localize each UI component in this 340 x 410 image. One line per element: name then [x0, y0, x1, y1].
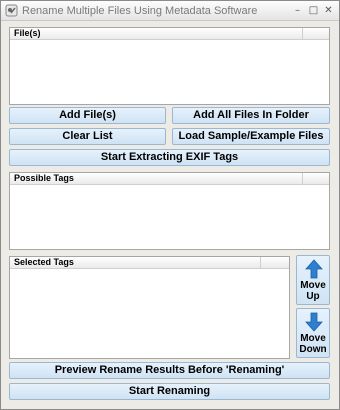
column-separator [302, 173, 303, 185]
title-bar[interactable]: Rename Multiple Files Using Metadata Sof… [1, 1, 339, 21]
selected-tags-header[interactable]: Selected Tags [10, 257, 289, 269]
move-down-button[interactable]: Move Down [296, 308, 330, 358]
maximize-icon[interactable]: □ [307, 5, 320, 17]
preview-rename-results-button[interactable]: Preview Rename Results Before 'Renaming' [9, 362, 330, 379]
add-files-button[interactable]: Add File(s) [9, 107, 166, 124]
load-sample-files-button[interactable]: Load Sample/Example Files [172, 128, 330, 145]
files-list-header[interactable]: File(s) [10, 28, 329, 40]
close-icon[interactable]: ✕ [322, 5, 335, 17]
move-up-label-line1: Move [300, 280, 326, 291]
app-icon [5, 4, 18, 17]
selected-tags-column-label: Selected Tags [14, 257, 74, 267]
arrow-down-icon [305, 312, 323, 332]
files-list[interactable]: File(s) [9, 27, 330, 105]
selected-tags-list[interactable]: Selected Tags [9, 256, 290, 359]
minimize-icon[interactable]: – [291, 5, 304, 17]
move-down-label-line2: Down [299, 344, 327, 355]
move-up-button[interactable]: Move Up [296, 255, 330, 305]
app-window: Rename Multiple Files Using Metadata Sof… [0, 0, 340, 410]
window-title: Rename Multiple Files Using Metadata Sof… [22, 5, 258, 17]
add-all-files-in-folder-button[interactable]: Add All Files In Folder [172, 107, 330, 124]
start-renaming-button[interactable]: Start Renaming [9, 383, 330, 400]
clear-list-button[interactable]: Clear List [9, 128, 166, 145]
arrow-up-icon [305, 259, 323, 279]
possible-tags-list[interactable]: Possible Tags [9, 172, 330, 250]
column-separator [302, 28, 303, 40]
move-down-label-line1: Move [300, 333, 326, 344]
files-column-label: File(s) [14, 28, 41, 38]
possible-tags-header[interactable]: Possible Tags [10, 173, 329, 185]
start-extracting-exif-button[interactable]: Start Extracting EXIF Tags [9, 149, 330, 166]
possible-tags-column-label: Possible Tags [14, 173, 74, 183]
move-up-label-line2: Up [306, 291, 320, 302]
column-separator [260, 257, 261, 269]
